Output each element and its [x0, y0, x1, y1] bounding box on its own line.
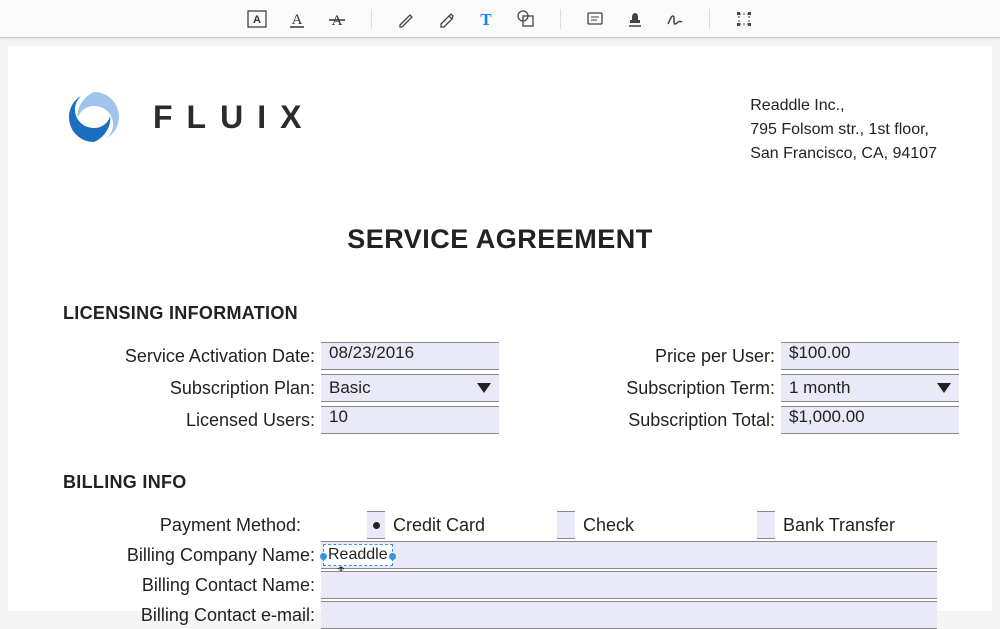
- svg-text:T: T: [480, 10, 492, 28]
- strikethrough-icon[interactable]: A: [327, 9, 347, 29]
- licensed-users-label: Licensed Users:: [63, 410, 321, 431]
- svg-text:A: A: [253, 14, 261, 26]
- signature-icon[interactable]: [665, 9, 685, 29]
- activation-date-label: Service Activation Date:: [63, 346, 321, 367]
- selection-icon[interactable]: [734, 9, 754, 29]
- contact-email-label: Billing Contact e-mail:: [63, 605, 321, 626]
- document-title: SERVICE AGREEMENT: [63, 224, 937, 255]
- chevron-down-icon: [477, 383, 491, 393]
- licensing-heading: LICENSING INFORMATION: [63, 303, 937, 324]
- billing-heading: BILLING INFO: [63, 472, 937, 493]
- subscription-plan-row: Subscription Plan: Basic: [63, 374, 499, 402]
- contact-email-row: Billing Contact e-mail:: [63, 601, 937, 629]
- toolbar-separator: [560, 9, 561, 29]
- credit-card-option[interactable]: Credit Card: [307, 511, 557, 539]
- annotation-toolbar: A A A T: [0, 0, 1000, 38]
- licensing-section: LICENSING INFORMATION Service Activation…: [63, 303, 937, 434]
- svg-text:A: A: [291, 12, 302, 28]
- chevron-down-icon: [937, 383, 951, 393]
- contact-name-field[interactable]: [321, 571, 937, 599]
- price-per-user-row: Price per User: $100.00: [579, 342, 959, 370]
- address-line-3: San Francisco, CA, 94107: [750, 142, 937, 166]
- underline-icon[interactable]: A: [287, 9, 307, 29]
- annotation-group: [585, 9, 685, 29]
- text-style-icon[interactable]: A: [247, 9, 267, 29]
- address-line-2: 795 Folsom str., 1st floor,: [750, 118, 937, 142]
- payment-options: Credit Card Check Bank Transfer: [307, 511, 937, 539]
- payment-method-row: Payment Method: Credit Card Check Bank T…: [63, 511, 937, 539]
- company-name-label: Billing Company Name:: [63, 545, 321, 566]
- price-per-user-field[interactable]: $100.00: [781, 342, 959, 370]
- company-name-value: Readdle: [328, 546, 388, 564]
- subscription-term-field[interactable]: 1 month: [781, 374, 959, 402]
- activation-date-row: Service Activation Date: 08/23/2016: [63, 342, 499, 370]
- selection-handle-icon[interactable]: [389, 553, 396, 560]
- drawing-group: T: [396, 9, 536, 29]
- company-name-field[interactable]: Readdle: [321, 541, 937, 569]
- contact-name-label: Billing Contact Name:: [63, 575, 321, 596]
- text-annotation-editing[interactable]: Readdle: [323, 544, 393, 566]
- radio-icon: [557, 511, 575, 539]
- licensing-right-column: Price per User: $100.00 Subscription Ter…: [579, 342, 959, 434]
- licensing-left-column: Service Activation Date: 08/23/2016 Subs…: [63, 342, 499, 434]
- shape-icon[interactable]: [516, 9, 536, 29]
- subscription-term-value: 1 month: [789, 378, 850, 398]
- licensing-grid: Service Activation Date: 08/23/2016 Subs…: [63, 342, 937, 434]
- check-option[interactable]: Check: [557, 511, 757, 539]
- document-header: FLUIX Readdle Inc., 795 Folsom str., 1st…: [63, 86, 937, 166]
- subscription-total-label: Subscription Total:: [579, 410, 781, 431]
- subscription-plan-field[interactable]: Basic: [321, 374, 499, 402]
- text-tool-icon[interactable]: T: [476, 9, 496, 29]
- check-label: Check: [583, 515, 634, 536]
- payment-method-label: Payment Method:: [63, 515, 307, 536]
- text-formatting-group: A A A: [247, 9, 347, 29]
- subscription-total-row: Subscription Total: $1,000.00: [579, 406, 959, 434]
- contact-name-row: Billing Contact Name:: [63, 571, 937, 599]
- subscription-plan-label: Subscription Plan:: [63, 378, 321, 399]
- selection-handle-icon[interactable]: [320, 553, 327, 560]
- licensed-users-row: Licensed Users: 10: [63, 406, 499, 434]
- toolbar-separator: [709, 9, 710, 29]
- subscription-total-field[interactable]: $1,000.00: [781, 406, 959, 434]
- radio-icon: [367, 511, 385, 539]
- pencil-icon[interactable]: [396, 9, 416, 29]
- licensed-users-field[interactable]: 10: [321, 406, 499, 434]
- radio-icon: [757, 511, 775, 539]
- stamp-icon[interactable]: [625, 9, 645, 29]
- billing-section: BILLING INFO Payment Method: Credit Card…: [63, 472, 937, 629]
- subscription-term-row: Subscription Term: 1 month: [579, 374, 959, 402]
- bank-transfer-option[interactable]: Bank Transfer: [757, 511, 937, 539]
- bank-transfer-label: Bank Transfer: [783, 515, 895, 536]
- credit-card-label: Credit Card: [393, 515, 485, 536]
- subscription-term-label: Subscription Term:: [579, 378, 781, 399]
- logo-area: FLUIX: [63, 86, 315, 148]
- document-page: FLUIX Readdle Inc., 795 Folsom str., 1st…: [8, 46, 992, 611]
- activation-date-field[interactable]: 08/23/2016: [321, 342, 499, 370]
- highlighter-icon[interactable]: [436, 9, 456, 29]
- fluix-logo-icon: [63, 86, 125, 148]
- address-line-1: Readdle Inc.,: [750, 94, 937, 118]
- company-name-row: Billing Company Name: Readdle: [63, 541, 937, 569]
- company-address: Readdle Inc., 795 Folsom str., 1st floor…: [750, 86, 937, 166]
- note-icon[interactable]: [585, 9, 605, 29]
- contact-email-field[interactable]: [321, 601, 937, 629]
- price-per-user-label: Price per User:: [579, 346, 781, 367]
- subscription-plan-value: Basic: [329, 378, 371, 398]
- toolbar-separator: [371, 9, 372, 29]
- selection-group: [734, 9, 754, 29]
- logo-text: FLUIX: [153, 99, 315, 136]
